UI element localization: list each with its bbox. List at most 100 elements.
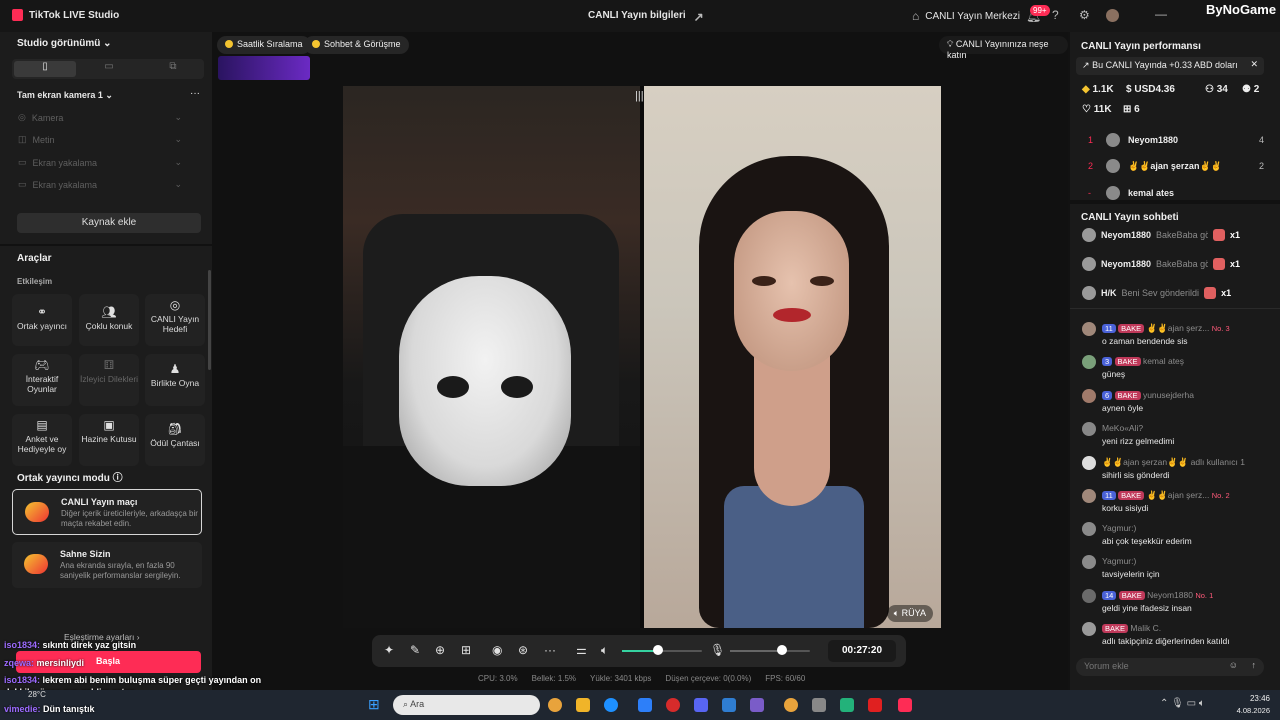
chat-user[interactable]: Yagmur:)	[1102, 523, 1136, 533]
overlay-user: iso1834:	[4, 640, 41, 650]
minimize-icon[interactable]: —	[1155, 7, 1167, 21]
close-icon[interactable]: ✕	[1250, 59, 1258, 70]
clock-date[interactable]: 4.08.2026	[1226, 706, 1270, 715]
mode-stage[interactable]: Sahne Sizin Ana ekranda sırayla, en fazl…	[12, 542, 202, 588]
chrome-icon[interactable]	[784, 698, 798, 712]
tool-play-together[interactable]: ♟ Birlikte Oyna	[145, 354, 205, 406]
store-icon[interactable]	[638, 698, 652, 712]
tool-poll[interactable]: ▤ Anket ve Hediyeyle oy	[12, 414, 72, 466]
ranking-row[interactable]: - kemal ates	[1088, 186, 1264, 200]
opera-icon[interactable]	[666, 698, 680, 712]
volume-knob[interactable]	[653, 645, 663, 655]
mode-live-match[interactable]: CANLI Yayın maçı Diğer içerik üreticiler…	[12, 489, 202, 535]
help-icon[interactable]: ?	[1052, 8, 1059, 22]
chat-user[interactable]: Neyom1880	[1147, 590, 1193, 600]
scene-dropdown[interactable]: Tam ekran kamera 1 ⌄	[17, 90, 113, 101]
youtube-icon[interactable]	[868, 698, 882, 712]
camera-effect-icon[interactable]: ⊛	[518, 643, 528, 657]
rank-number: -	[1088, 188, 1091, 198]
chat-user[interactable]: ✌✌ajan şerz...	[1147, 323, 1210, 333]
chrome-icon[interactable]	[548, 698, 562, 712]
folder-icon[interactable]	[576, 698, 590, 712]
source-row[interactable]: ◫ Metin ⌄	[18, 134, 182, 145]
dual-layout-icon[interactable]: ⧉	[142, 61, 204, 77]
source-row[interactable]: ▭ Ekran yakalama ⌄	[18, 157, 182, 168]
portrait-layout-icon[interactable]: ▯	[14, 61, 76, 77]
tool-multi-guest[interactable]: 👥︎ Çoklu konuk	[79, 294, 139, 346]
chat-user-line: 14 BAKE Neyom1880 No. 1	[1102, 590, 1213, 600]
tool-live-goal[interactable]: ◎ CANLI Yayın Hedefi	[145, 294, 205, 346]
live-info-button[interactable]: CANLI Yayın bilgileri ↗	[588, 10, 704, 24]
weather-value: 28°C	[28, 690, 46, 699]
more-icon[interactable]: ···	[544, 643, 556, 657]
promo-chip[interactable]: 💡︎ CANLI Yayınınıza neşe katın	[939, 36, 1068, 60]
adjust-icon[interactable]: ⚌	[576, 643, 587, 657]
app-icon[interactable]	[750, 698, 764, 712]
chat-user[interactable]: Malik C.	[1130, 623, 1161, 633]
tool-treasure-box[interactable]: ▣ Hazine Kutusu	[79, 414, 139, 466]
tool-interactive-games[interactable]: 🎮︎ İnteraktif Oyunlar	[12, 354, 72, 406]
tool-reward-bag[interactable]: 🎒︎ Ödül Çantası	[145, 414, 205, 466]
hourly-ranking-chip[interactable]: Saatlik Sıralama	[217, 36, 311, 54]
add-source-button[interactable]: Kaynak ekle	[17, 213, 201, 233]
title-bar: TikTok LIVE Studio CANLI Yayın bilgileri…	[0, 0, 1280, 32]
send-icon[interactable]: ↑	[1252, 660, 1257, 670]
info-icon[interactable]: ⓘ	[113, 473, 123, 484]
promo-banner[interactable]	[218, 56, 310, 80]
weather-widget[interactable]: 28°C	[28, 690, 46, 699]
source-row[interactable]: ◎ Kamera ⌄	[18, 112, 182, 123]
screen-add-icon[interactable]: ⊞	[461, 643, 471, 657]
taskbar-search[interactable]: ⌕ Ara	[393, 695, 540, 715]
viewers-icon: ⚇	[1205, 84, 1214, 95]
tool-label: İzleyici Dilekleri	[79, 374, 139, 384]
mic-icon[interactable]: 🎙︎	[710, 643, 725, 657]
divider	[1070, 308, 1280, 309]
magic-wand-icon[interactable]: ✦	[384, 643, 394, 657]
mic-slider[interactable]	[730, 650, 810, 652]
more-icon[interactable]: ···	[190, 88, 200, 99]
mic-knob[interactable]	[777, 645, 787, 655]
comment-input[interactable]: Yorum ekle ☺ ↑	[1076, 658, 1264, 676]
gift-row: H/K Beni Sev gönderildi x1	[1082, 286, 1272, 300]
ranking-row[interactable]: 1 Neyom1880 4	[1088, 133, 1264, 147]
studio-view-dropdown[interactable]: Studio görünümü ⌄	[17, 38, 112, 49]
tray-icons[interactable]: ⌃ 🎙︎ ▭ 🔈︎	[1160, 698, 1205, 709]
gear-icon[interactable]: ⚙	[1079, 8, 1090, 22]
live-center-button[interactable]: ⌂ CANLI Yayın Merkezi	[912, 9, 1020, 23]
tool-cohost[interactable]: ⚭ Ortak yayıncı	[12, 294, 72, 346]
tiktok-studio-icon[interactable]	[898, 698, 912, 712]
discord-icon[interactable]	[694, 698, 708, 712]
chat-call-chip[interactable]: Sohbet & Görüşme	[304, 36, 409, 54]
status-bar: CPU: 3.0% Bellek: 1.5% Yükle: 3401 kbps …	[478, 674, 805, 683]
chat-user[interactable]: Yagmur:)	[1102, 556, 1136, 566]
video-preview[interactable]: 🔈︎ RÜYA |||	[343, 86, 941, 628]
landscape-layout-icon[interactable]: ▭	[78, 61, 140, 77]
ranking-row[interactable]: 2 ✌✌ajan şerzan✌✌ 2	[1088, 159, 1264, 173]
link-icon: ⚭	[36, 305, 48, 319]
chat-user[interactable]: ✌✌ajan şerzan✌✌ adlı kullanıcı 1	[1102, 457, 1245, 467]
memory-stat: Bellek: 1.5%	[531, 674, 577, 683]
chat-user[interactable]: yunusejderha	[1143, 390, 1194, 400]
clock-time[interactable]: 23:46	[1236, 694, 1270, 703]
avatar[interactable]	[1106, 9, 1119, 22]
outlook-icon[interactable]	[722, 698, 736, 712]
emoji-icon[interactable]: ☺	[1229, 660, 1238, 670]
edit-icon[interactable]: ✎	[410, 643, 420, 657]
chat-user[interactable]: kemal ateş	[1143, 356, 1184, 366]
scrollbar[interactable]	[208, 270, 211, 370]
ai-icon[interactable]: ⊕	[435, 643, 445, 657]
overlay-chat-line: iso1834: lekrem abi benim buluşma süper …	[4, 675, 261, 685]
chat-user[interactable]: ✌✌ajan şerz...	[1147, 490, 1210, 500]
chat-user[interactable]: MeKo«Ali?	[1102, 423, 1143, 433]
split-handle-icon[interactable]: |||	[635, 90, 644, 102]
app-icon[interactable]	[840, 698, 854, 712]
record-icon[interactable]: ◉	[492, 643, 502, 657]
source-row[interactable]: ▭ Ekran yakalama ⌄	[18, 179, 182, 190]
edge-icon[interactable]	[604, 698, 618, 712]
volume-icon[interactable]: 🔈︎	[601, 643, 608, 658]
tool-viewer-wishes[interactable]: ⚅ İzleyici Dilekleri	[79, 354, 139, 406]
windows-start-icon[interactable]: ⊞	[368, 696, 380, 713]
app-icon[interactable]	[812, 698, 826, 712]
comment-placeholder: Yorum ekle	[1084, 661, 1129, 671]
screen-icon: ▭	[18, 157, 27, 167]
